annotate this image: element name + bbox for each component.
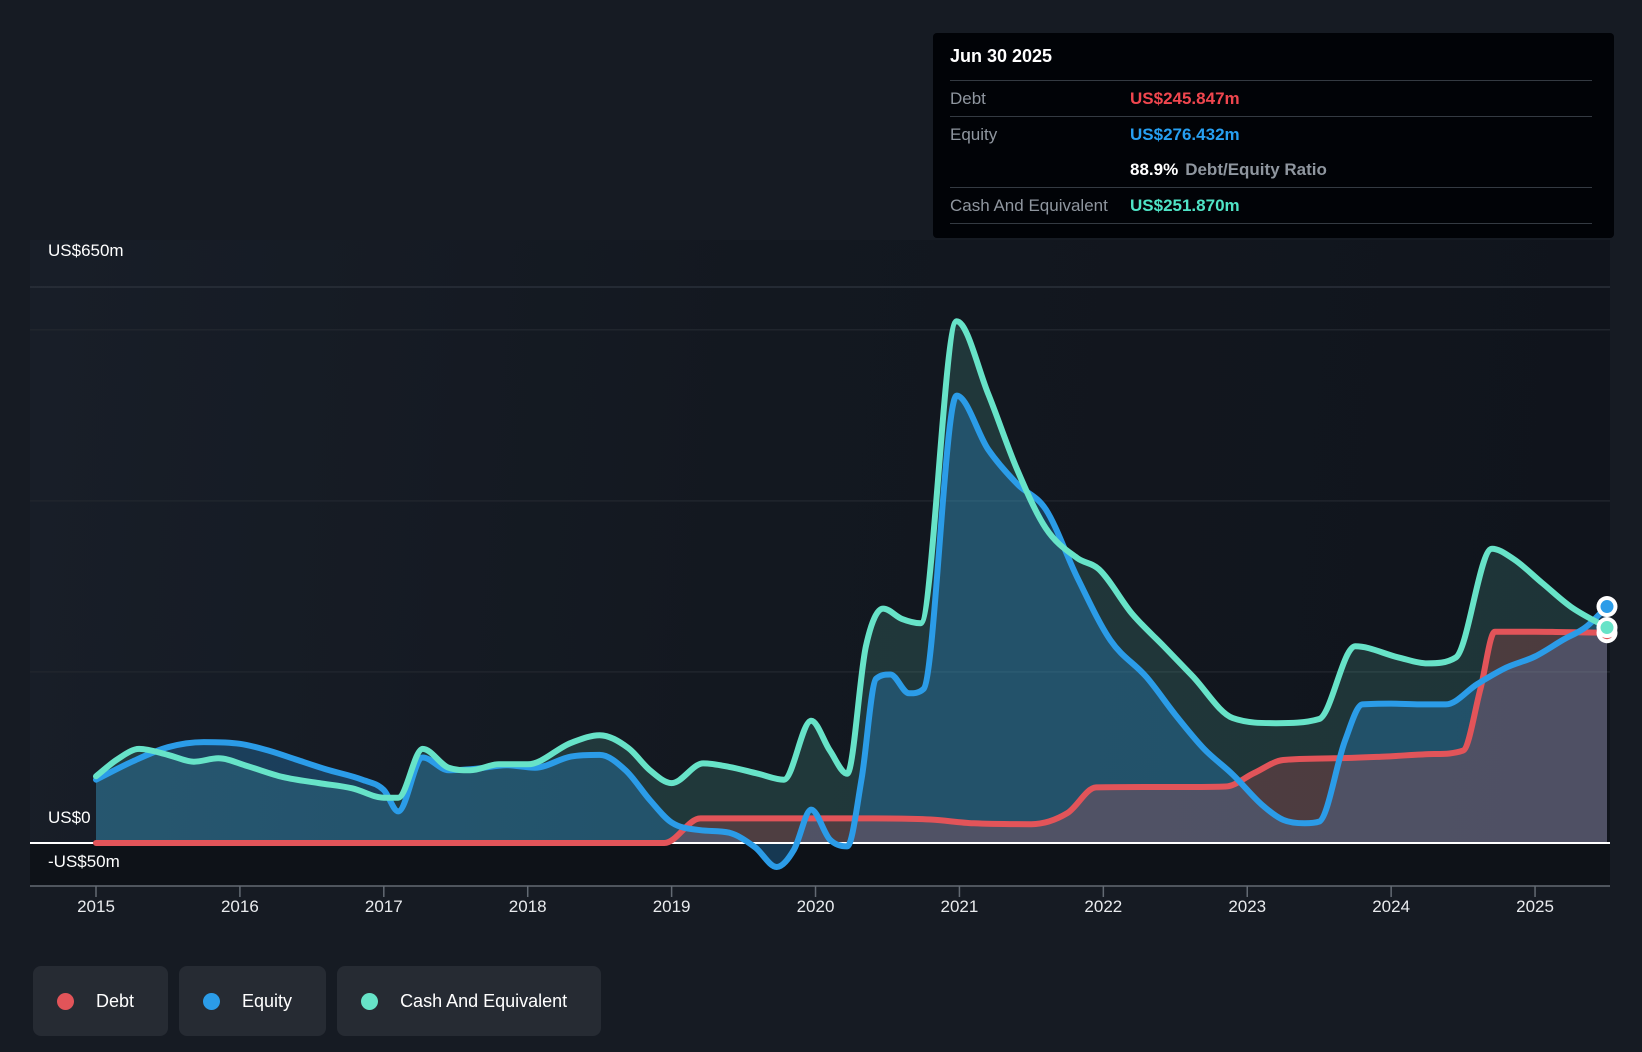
- endpoint-dot-cash: [1600, 621, 1614, 635]
- y-axis-label-neg50m: -US$50m: [48, 852, 120, 871]
- tooltip-cash-value: US$251.870m: [1130, 195, 1240, 215]
- tooltip-ratio-value: 88.9%: [1130, 159, 1179, 179]
- legend-debt-label: Debt: [96, 990, 135, 1011]
- tooltip-row-ratio: 88.9% Debt/Equity Ratio: [950, 152, 1592, 188]
- tooltip-equity-value: US$276.432m: [1130, 124, 1240, 144]
- x-axis-label-2020: 2020: [796, 897, 835, 916]
- legend-equity-label: Equity: [242, 990, 293, 1011]
- legend-item-debt[interactable]: Debt: [33, 966, 169, 1036]
- endpoint-dot-equity: [1600, 600, 1614, 614]
- chart-legend: Debt Equity Cash And Equivalent: [33, 966, 602, 1036]
- x-axis-label-2015: 2015: [77, 897, 115, 916]
- tooltip-debt-value: US$245.847m: [1130, 88, 1240, 108]
- tooltip-date: Jun 30 2025: [950, 33, 1592, 81]
- legend-item-cash[interactable]: Cash And Equivalent: [337, 966, 602, 1036]
- chart-tooltip: Jun 30 2025 Debt US$245.847m Equity US$2…: [933, 33, 1614, 238]
- x-axis-label-2023: 2023: [1228, 897, 1267, 916]
- tooltip-row-debt: Debt US$245.847m: [950, 81, 1592, 117]
- x-axis-label-2021: 2021: [940, 897, 979, 916]
- below-zero-band: [30, 843, 1610, 886]
- x-axis-label-2019: 2019: [652, 897, 691, 916]
- legend-item-equity[interactable]: Equity: [179, 966, 327, 1036]
- tooltip-equity-label: Equity: [950, 124, 998, 144]
- x-axis-label-2018: 2018: [508, 897, 547, 916]
- debt-dot-icon: [57, 992, 74, 1010]
- equity-dot-icon: [203, 992, 221, 1010]
- x-axis-label-2024: 2024: [1372, 897, 1411, 916]
- x-axis-label-2016: 2016: [220, 897, 259, 916]
- x-axis-label-2017: 2017: [364, 897, 403, 916]
- tooltip-cash-label: Cash And Equivalent: [950, 195, 1108, 215]
- legend-cash-label: Cash And Equivalent: [400, 990, 568, 1011]
- tooltip-ratio-label: Debt/Equity Ratio: [1185, 159, 1327, 179]
- y-axis-label-650m: US$650m: [48, 241, 124, 260]
- cash-dot-icon: [361, 992, 379, 1010]
- tooltip-debt-label: Debt: [950, 88, 986, 108]
- x-axis-label-2025: 2025: [1516, 897, 1554, 916]
- debt-equity-history-chart: US$650m US$0 -US$50m 2015 2016 2017 2018 201…: [0, 0, 1642, 1052]
- tooltip-row-equity: Equity US$276.432m: [950, 117, 1592, 152]
- tooltip-row-cash: Cash And Equivalent US$251.870m: [950, 188, 1592, 224]
- x-axis-label-2022: 2022: [1084, 897, 1123, 916]
- y-axis-label-zero: US$0: [48, 808, 91, 827]
